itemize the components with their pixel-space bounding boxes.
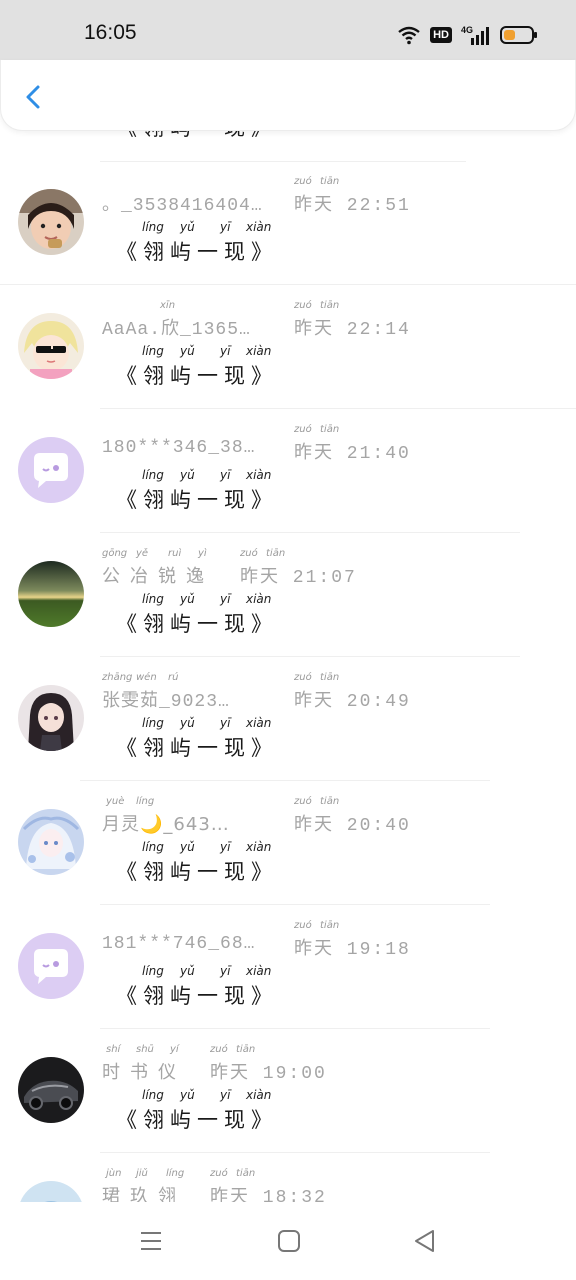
avatar[interactable]	[18, 437, 84, 503]
list-item[interactable]: jùn jiǔ líng 珺玖翎 zuó tiān 昨天 18:32	[0, 1152, 576, 1202]
menu-icon[interactable]	[138, 1228, 164, 1254]
message-text: líng yǔ yī xiàn 《翎屿一现》	[116, 840, 278, 884]
list-item[interactable]: 。_3538416404… zuó tiān 昨天 22:51 líng yǔ …	[0, 160, 576, 284]
signal-icon: 4G	[461, 25, 489, 45]
battery-icon	[500, 26, 537, 44]
avatar[interactable]	[18, 189, 84, 255]
list-item[interactable]: 《翎屿一现》	[0, 130, 576, 160]
list-item[interactable]: xīn AaAa.欣_1365… zuó tiān 昨天 22:14 líng …	[0, 284, 576, 408]
sender-name: 月灵🌙_643…	[102, 814, 230, 835]
wifi-icon	[398, 26, 420, 45]
sender-name: 珺玖翎	[102, 1186, 186, 1202]
list-item[interactable]: shí shū yí 时书仪 zuó tiān 昨天 19:00 líng yǔ…	[0, 1028, 576, 1152]
sender-name: AaAa.欣_1365…	[102, 320, 251, 340]
avatar[interactable]	[18, 1181, 84, 1202]
message-list[interactable]: 《翎屿一现》 。_3538416404… zuó tiān 昨天 22:51	[0, 130, 576, 1202]
list-item[interactable]: yuè líng 月灵🌙_643… zuó tiān 昨天 20:40 líng…	[0, 780, 576, 904]
sender-name: 。_3538416404…	[102, 196, 263, 216]
sender-name: 180***346_38…	[102, 438, 256, 458]
hd-badge: HD	[430, 27, 452, 43]
status-bar: 16:05 HD 4G	[0, 0, 576, 60]
avatar[interactable]	[18, 313, 84, 379]
message-text: líng yǔ yī xiàn 《翎屿一现》	[116, 592, 278, 636]
svg-text:4G: 4G	[461, 25, 473, 35]
avatar[interactable]	[18, 809, 84, 875]
sender-name: 181***746_68…	[102, 934, 256, 954]
message-text: líng yǔ yī xiàn 《翎屿一现》	[116, 344, 278, 388]
list-item[interactable]: zhāng wén rú 张雯茹_9023… zuó tiān 昨天 20:49…	[0, 656, 576, 780]
avatar[interactable]	[18, 685, 84, 751]
status-time: 16:05	[84, 21, 137, 44]
message-text: líng yǔ yī xiàn 《翎屿一现》	[116, 220, 278, 264]
avatar[interactable]	[18, 933, 84, 999]
avatar[interactable]	[18, 561, 84, 627]
header	[0, 60, 576, 131]
message-text: líng yǔ yī xiàn 《翎屿一现》	[116, 964, 278, 1008]
message-text: líng yǔ yī xiàn 《翎屿一现》	[116, 716, 278, 760]
back-triangle-icon[interactable]	[412, 1228, 438, 1254]
message-text: líng yǔ yī xiàn 《翎屿一现》	[116, 1088, 278, 1132]
list-item[interactable]: gōng yě ruì yì 公冶锐逸 zuó tiān 昨天 21:07 lí…	[0, 532, 576, 656]
list-item[interactable]: 180***346_38… zuó tiān 昨天 21:40 líng yǔ …	[0, 408, 576, 532]
avatar[interactable]	[18, 1057, 84, 1123]
navigation-bar	[0, 1202, 576, 1280]
message-text: líng yǔ yī xiàn 《翎屿一现》	[116, 468, 278, 512]
back-button[interactable]	[19, 82, 49, 112]
sender-name: 张雯茹_9023…	[102, 692, 230, 712]
sender-name: 公冶锐逸	[102, 566, 214, 587]
status-icons: HD 4G	[397, 22, 538, 48]
sender-name: 时书仪	[102, 1062, 186, 1083]
home-icon[interactable]	[276, 1228, 302, 1254]
list-item[interactable]: 181***746_68… zuó tiān 昨天 19:18 líng yǔ …	[0, 904, 576, 1028]
